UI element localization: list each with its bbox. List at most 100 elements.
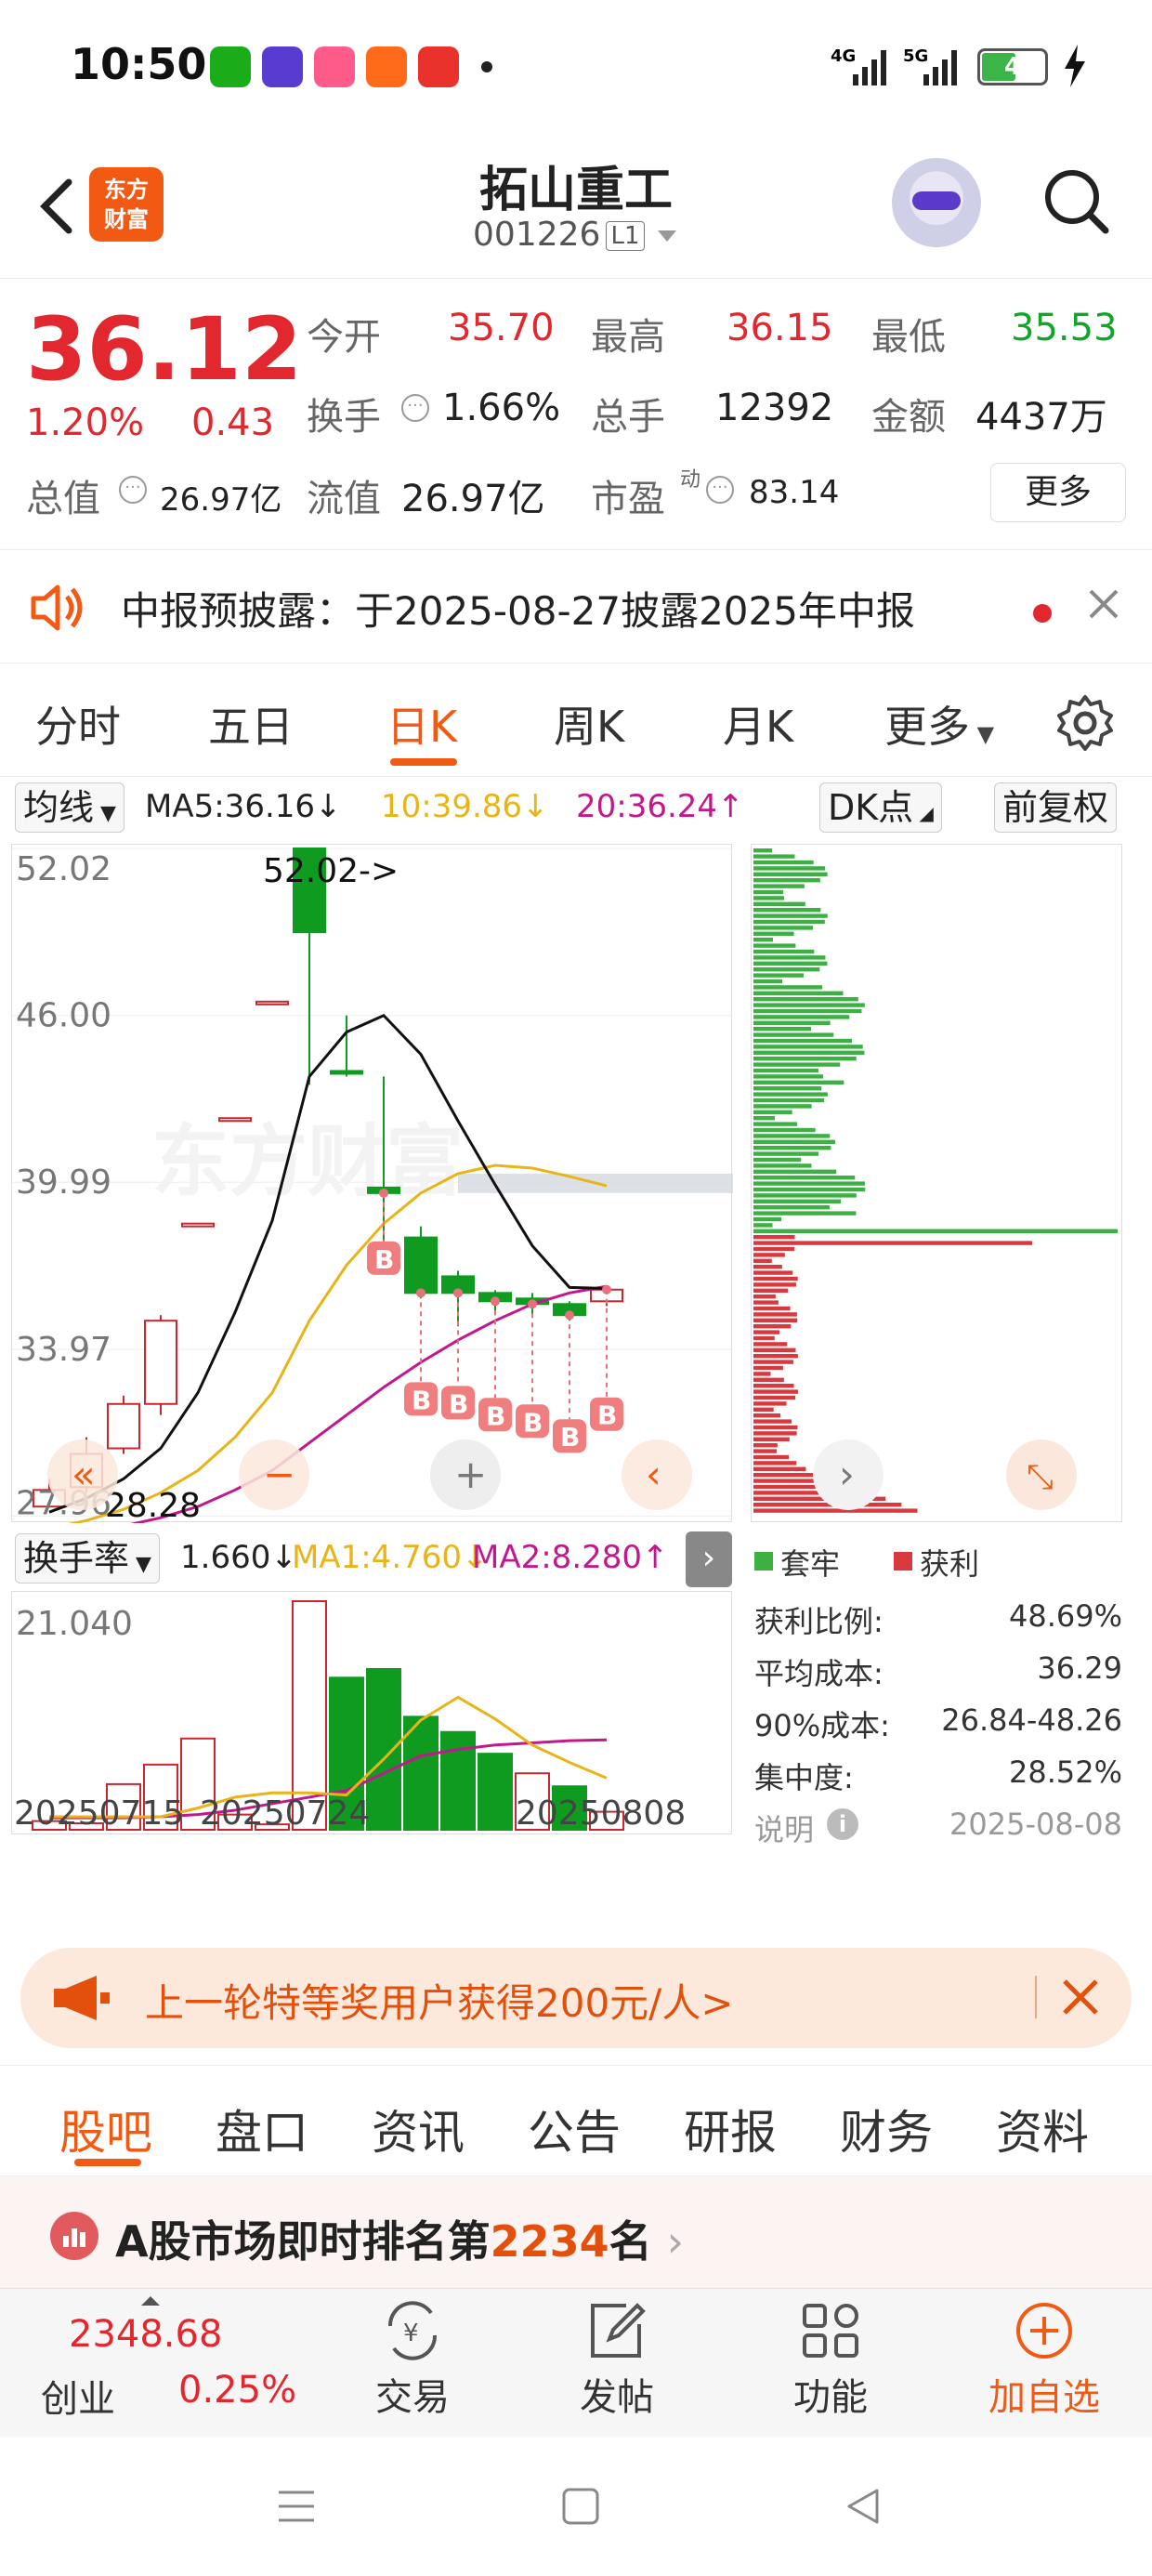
tab-more[interactable]: 更多 ▼ bbox=[884, 693, 994, 755]
chip-bar bbox=[753, 1384, 794, 1388]
chip-bar bbox=[753, 848, 772, 853]
x-axis-date: 20250715 bbox=[14, 1794, 184, 1833]
change-amount: 0.43 bbox=[191, 401, 275, 444]
nav-post[interactable]: 发帖 bbox=[561, 2298, 673, 2421]
system-nav-bar bbox=[0, 2437, 1152, 2576]
turnover-current: 1.660↓ bbox=[180, 1539, 297, 1576]
chip-bar bbox=[753, 961, 828, 966]
quote-panel: 36.12 1.20% 0.43 今开 35.70 最高 36.15 最低 35… bbox=[0, 281, 1152, 550]
tab-order-book[interactable]: 盘口 bbox=[216, 2096, 308, 2162]
chip-distribution-chart[interactable]: › ⤡ bbox=[751, 844, 1122, 1522]
chip-bar bbox=[753, 919, 825, 925]
y-axis-label: 33.97 bbox=[16, 1331, 111, 1369]
chip-bar bbox=[753, 1139, 835, 1144]
dk-point-button[interactable]: DK点 ◢ bbox=[819, 782, 942, 833]
tab-research[interactable]: 研报 bbox=[684, 2096, 777, 2162]
candle-body bbox=[404, 1236, 438, 1295]
chip-bar bbox=[753, 1508, 918, 1513]
chip-bar bbox=[753, 1389, 798, 1394]
chip-bar bbox=[753, 1057, 857, 1061]
tab-finance[interactable]: 财务 bbox=[840, 2096, 933, 2162]
close-icon[interactable] bbox=[1059, 1976, 1102, 2022]
x-axis-date: 20250808 bbox=[516, 1794, 686, 1833]
info-icon[interactable]: i bbox=[827, 1808, 858, 1840]
chip-bar bbox=[753, 1330, 780, 1334]
index-change[interactable]: 0.25% bbox=[178, 2369, 296, 2412]
promo-banner[interactable]: 上一轮特等奖用户获得200元/人> bbox=[20, 1948, 1132, 2048]
notice-bar[interactable]: 中报预披露：于2025-08-27披露2025年中报 bbox=[0, 552, 1152, 664]
chip-bar bbox=[753, 949, 815, 954]
tab-intraday[interactable]: 分时 bbox=[35, 693, 121, 755]
nav-functions[interactable]: 功能 bbox=[775, 2298, 886, 2421]
gear-icon[interactable] bbox=[1055, 693, 1115, 756]
plus-circle-icon bbox=[1016, 2303, 1072, 2359]
candle-body bbox=[181, 1222, 215, 1228]
chip-bar bbox=[753, 1104, 812, 1109]
tab-five-day[interactable]: 五日 bbox=[208, 693, 294, 755]
chip-bar bbox=[753, 1199, 842, 1203]
chip-bar bbox=[753, 1365, 783, 1371]
info-icon[interactable]: ··· bbox=[119, 476, 147, 504]
search-icon[interactable] bbox=[1041, 165, 1111, 236]
chip-bar bbox=[753, 1473, 822, 1478]
y-axis-label: 39.99 bbox=[16, 1163, 111, 1202]
info-icon[interactable]: ··· bbox=[401, 394, 429, 422]
expand-indicator-button[interactable]: › bbox=[686, 1531, 732, 1587]
indicator-selector[interactable]: 换手率 ▼ bbox=[15, 1533, 160, 1584]
tab-announcements[interactable]: 公告 bbox=[528, 2096, 621, 2162]
buy-marker-dot bbox=[416, 1288, 425, 1298]
chip-bar bbox=[753, 1324, 792, 1329]
turnover-chart[interactable]: 21.040 20250715 20250724 20250808 bbox=[11, 1591, 732, 1834]
stat-label: 集中度: bbox=[754, 1760, 854, 1795]
nav-add-watchlist[interactable]: 加自选 bbox=[979, 2298, 1109, 2421]
turnover-label: 换手 bbox=[307, 396, 381, 439]
open-value: 35.70 bbox=[448, 307, 555, 349]
info-icon[interactable]: ··· bbox=[706, 476, 734, 504]
home-icon[interactable] bbox=[559, 2485, 602, 2531]
promo-text: 上一轮特等奖用户获得200元/人> bbox=[145, 1980, 734, 2026]
chip-bar bbox=[753, 1270, 793, 1275]
toutiao-icon bbox=[418, 46, 459, 87]
chip-bar bbox=[753, 1419, 792, 1424]
chip-bar bbox=[753, 1413, 781, 1418]
tab-monthly-k[interactable]: 月K bbox=[723, 693, 793, 755]
chip-bar bbox=[753, 860, 814, 865]
tab-weekly-k[interactable]: 周K bbox=[554, 693, 624, 755]
more-quote-button[interactable]: 更多 bbox=[990, 463, 1126, 522]
chip-bar bbox=[753, 1229, 1118, 1233]
nav-trade[interactable]: ¥ 交易 bbox=[357, 2298, 468, 2421]
period-tabs: 分时 五日 日K 周K 月K 更多 ▼ bbox=[0, 665, 1152, 777]
index-value[interactable]: 2348.68 bbox=[69, 2313, 222, 2356]
note-label[interactable]: 说明 bbox=[754, 1807, 814, 1849]
tab-profile[interactable]: 资料 bbox=[996, 2096, 1089, 2162]
rank-bar[interactable]: A股市场即时排名第2234名 › bbox=[0, 2176, 1152, 2288]
robot-assistant-avatar[interactable] bbox=[892, 158, 981, 247]
ma10-value: 10:39.86↓ bbox=[381, 788, 549, 825]
chip-bar bbox=[753, 1038, 852, 1044]
chip-bar bbox=[753, 979, 783, 984]
ma-selector[interactable]: 均线 ▼ bbox=[15, 782, 124, 833]
back-nav-icon[interactable] bbox=[842, 2485, 884, 2531]
chip-bar bbox=[753, 884, 805, 888]
stock-code-selector[interactable]: 001226 L1 bbox=[0, 216, 1152, 254]
chip-bar bbox=[753, 1377, 784, 1382]
chip-bar bbox=[753, 1169, 837, 1174]
kline-chart[interactable]: 东方财富52.0246.0039.9933.9727.9652.02->28.2… bbox=[11, 844, 733, 1544]
y-axis-label: 46.00 bbox=[16, 997, 111, 1035]
chip-bar bbox=[753, 1235, 795, 1240]
tab-news[interactable]: 资讯 bbox=[372, 2096, 465, 2162]
tab-guba[interactable]: 股吧 bbox=[59, 2096, 152, 2162]
chip-date: 2025-08-08 bbox=[949, 1807, 1122, 1842]
chip-bar bbox=[753, 1050, 865, 1055]
chip-bar bbox=[753, 901, 805, 906]
chip-bar bbox=[753, 1216, 782, 1222]
close-icon[interactable] bbox=[1085, 585, 1122, 626]
chip-bar bbox=[753, 1360, 793, 1364]
menu-icon[interactable] bbox=[275, 2485, 318, 2531]
stat-value: 36.29 bbox=[1037, 1650, 1122, 1686]
turnover-bar bbox=[366, 1667, 401, 1831]
index-name[interactable]: 创业 bbox=[41, 2369, 115, 2423]
chip-bar bbox=[753, 1032, 834, 1037]
adjust-button[interactable]: 前复权 bbox=[994, 782, 1118, 833]
tab-daily-k[interactable]: 日K bbox=[386, 693, 457, 755]
